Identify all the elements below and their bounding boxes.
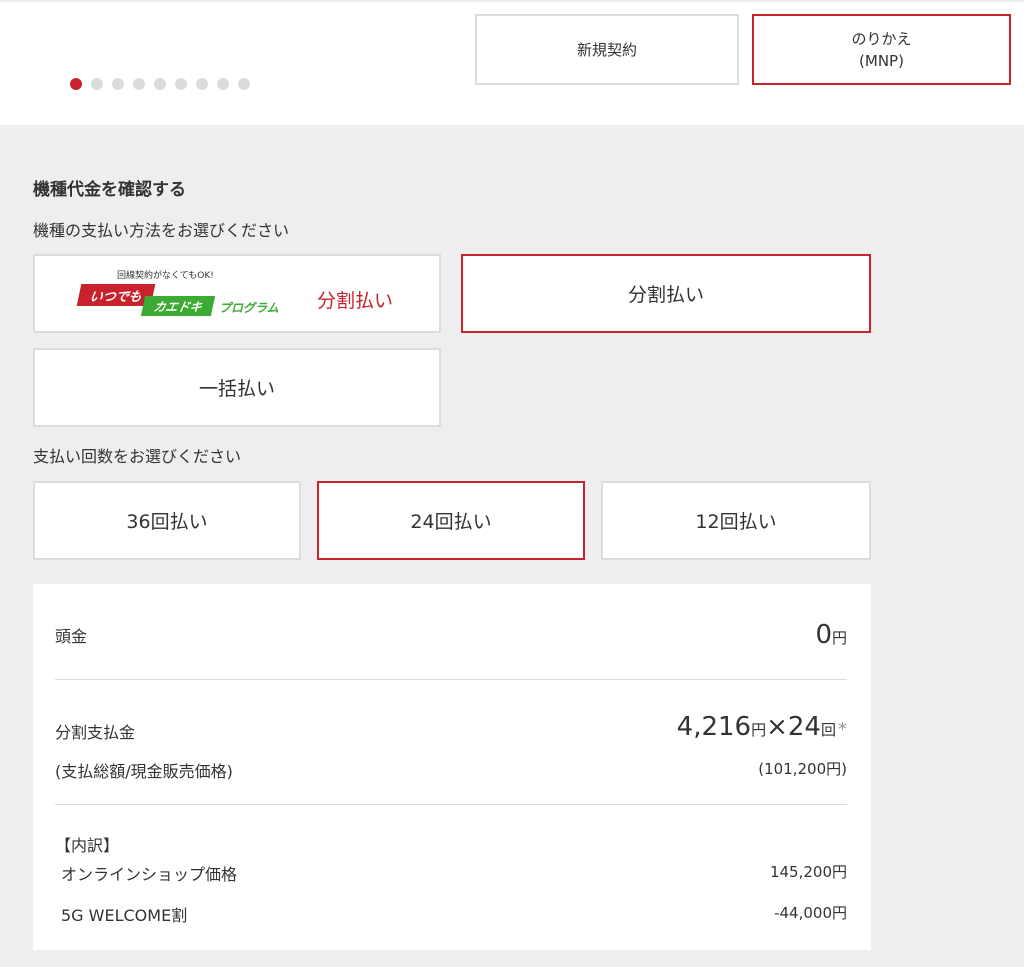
carousel-dot[interactable] [217,78,229,90]
contract-header: 新規契約 のりかえ (MNP) [0,0,1024,125]
mnp-label-line2: (MNP) [859,51,904,70]
installment-amount: 4,216 [676,712,752,742]
total-label: (支払総額/現金販売価格) [55,762,233,781]
online-price-value: 145,200円 [769,863,847,881]
carousel-dot[interactable] [133,78,145,90]
summary-divider [55,679,847,680]
carousel-dot[interactable] [91,78,103,90]
down-payment-row: 頭金 0円 [55,620,847,650]
total-row: (支払総額/現金販売価格) (101,200円) [55,758,847,782]
carousel-indicator [70,78,250,90]
down-payment-label: 頭金 [55,627,88,646]
breakdown-label: 【内訳】 [55,836,120,855]
installment-12-label: 12回払い [695,511,777,533]
price-summary: 頭金 0円 分割支払金 4,216円×24回 * (支払総額/現金販売価格) (1… [33,584,871,950]
installment-payment-value: 4,216円×24回 * [677,712,847,742]
carousel-dot[interactable] [238,78,250,90]
section-heading: 機種代金を確認する [33,180,186,200]
top-divider [0,0,1024,2]
asterisk-note: * [838,719,847,740]
carousel-dot[interactable] [154,78,166,90]
installment-12-button[interactable]: 12回払い [601,481,871,560]
mnp-button[interactable]: のりかえ (MNP) [752,14,1011,85]
installment-times: ×24 [766,712,821,742]
total-value: (101,200円) [758,760,847,778]
carousel-dot[interactable] [70,78,82,90]
carousel-dot[interactable] [175,78,187,90]
yen-unit: 円 [831,629,847,647]
payment-method-label: 機種の支払い方法をお選びください [33,221,290,240]
new-contract-button[interactable]: 新規契約 [475,14,739,85]
installment-payment-label: 分割支払金 [55,723,136,742]
discount-label: 5G WELCOME割 [61,906,188,925]
down-payment-amount: 0 [815,620,832,650]
mnp-label-line1: のりかえ [851,29,912,48]
kaedoki-installment-button[interactable]: 回線契約がなくてもOK! いつでも カエドキ プログラム 分割払い [33,254,441,333]
promo-installment-label: 分割払い [317,290,394,312]
installment-24-button[interactable]: 24回払い [317,481,585,560]
yen-unit: 円 [751,721,767,739]
lump-sum-label: 一括払い [198,378,275,400]
installment-button[interactable]: 分割払い [461,254,871,333]
carousel-dot[interactable] [196,78,208,90]
carousel-dot[interactable] [112,78,124,90]
online-price-label: オンラインショップ価格 [61,865,238,884]
kaedoki-program-logo: 回線契約がなくてもOK! いつでも カエドキ プログラム [76,266,285,322]
lump-sum-button[interactable]: 一括払い [33,348,441,427]
installment-36-label: 36回払い [126,511,208,533]
installment-label: 分割払い [627,284,704,306]
promo-logo-green: カエドキ [140,295,216,316]
promo-logo-suffix: プログラム [219,300,279,315]
installment-36-button[interactable]: 36回払い [33,481,301,560]
summary-divider [55,804,847,805]
breakdown-row: 【内訳】 [55,832,847,855]
online-price-row: オンラインショップ価格 145,200円 [55,861,847,885]
installment-24-label: 24回払い [410,511,492,533]
installment-row: 分割支払金 4,216円×24回 * [55,712,847,746]
new-contract-label: 新規契約 [576,40,637,59]
times-unit: 回 [820,721,836,739]
promo-small-text: 回線契約がなくてもOK! [117,270,214,281]
down-payment-value: 0円 [815,620,847,650]
discount-row: 5G WELCOME割 -44,000円 [55,902,847,926]
discount-value: -44,000円 [774,904,847,922]
payment-count-label: 支払い回数をお選びください [33,447,242,466]
